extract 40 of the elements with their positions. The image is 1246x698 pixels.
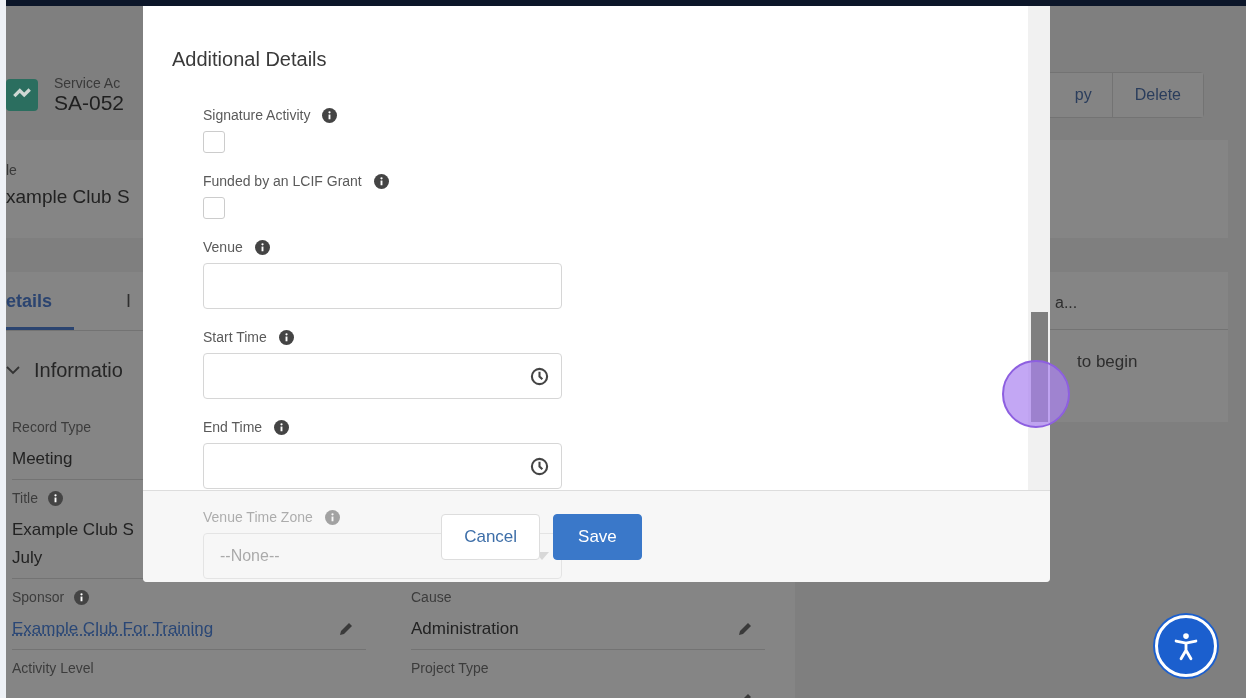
sponsor-link[interactable]: Example Club For Training bbox=[12, 615, 214, 643]
field-value: Example Club S July bbox=[12, 519, 134, 569]
header-button[interactable]: Delete bbox=[1111, 73, 1203, 117]
field-label: Start Time bbox=[203, 329, 267, 345]
field-value: Meeting bbox=[12, 448, 73, 470]
chevron-icon[interactable] bbox=[6, 365, 20, 375]
field-value: xample Club S bbox=[6, 186, 130, 208]
field-label: Project Type bbox=[411, 660, 489, 676]
time-input[interactable] bbox=[203, 443, 562, 489]
field-label: Funded by an LCIF Grant bbox=[203, 173, 362, 189]
field-label: Activity Level bbox=[12, 660, 94, 676]
clock-icon bbox=[530, 366, 549, 386]
card-message: to begin bbox=[1076, 351, 1139, 372]
cancel-button[interactable]: Cancel bbox=[441, 513, 541, 560]
field-label: Title bbox=[12, 490, 38, 506]
section-title: Informatio bbox=[34, 358, 123, 382]
tab[interactable]: etails bbox=[6, 272, 74, 330]
time-input[interactable] bbox=[203, 353, 562, 399]
save-button[interactable]: Save bbox=[553, 513, 642, 560]
field-label: Cause bbox=[411, 589, 452, 605]
clock-icon bbox=[530, 456, 549, 476]
field-label: le bbox=[6, 162, 17, 178]
field-label: Signature Activity bbox=[203, 107, 311, 123]
tab[interactable]: I bbox=[126, 272, 131, 330]
record-name: SA-052 bbox=[54, 91, 125, 115]
record-icon bbox=[6, 79, 38, 111]
field-label: Venue bbox=[203, 239, 243, 255]
checkbox[interactable] bbox=[203, 131, 225, 153]
object-label: Service Ac bbox=[54, 75, 121, 91]
checkbox[interactable] bbox=[203, 197, 225, 219]
section-heading: Additional Details bbox=[172, 48, 328, 71]
edit-pencil-icon[interactable] bbox=[338, 621, 354, 637]
accessibility-button[interactable] bbox=[1155, 615, 1217, 677]
field-label: Record Type bbox=[12, 419, 92, 435]
field-label: End Time bbox=[203, 419, 263, 435]
field-value: Administration bbox=[411, 618, 519, 640]
text-input[interactable] bbox=[203, 263, 562, 309]
field-label: Venue Time Zone bbox=[203, 509, 313, 525]
field-label: Sponsor bbox=[12, 589, 65, 605]
edit-pencil-icon[interactable] bbox=[737, 621, 753, 637]
